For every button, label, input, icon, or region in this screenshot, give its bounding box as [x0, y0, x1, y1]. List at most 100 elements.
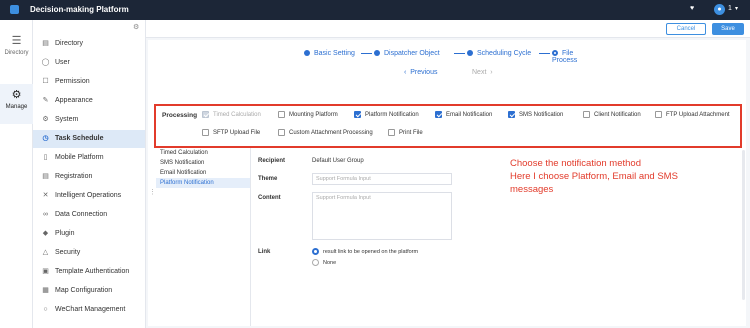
- checkbox[interactable]: [655, 111, 662, 118]
- scrollbar[interactable]: [742, 150, 745, 300]
- step-dot: [467, 50, 473, 57]
- list-item[interactable]: Timed Calculation: [156, 148, 251, 158]
- list-icon: ☰: [11, 35, 22, 47]
- sidebar-item-label: Directory: [55, 40, 84, 47]
- sidebar-item-user[interactable]: ◯ User: [33, 54, 145, 72]
- content-input[interactable]: Support Formula Input: [312, 192, 452, 240]
- checkbox[interactable]: [278, 129, 285, 136]
- link-option-none[interactable]: None: [312, 259, 336, 266]
- sidebar-item-map-configuration[interactable]: ▦ Map Configuration: [33, 282, 145, 300]
- sidebar-item-wechart-management[interactable]: ○ WeChart Management: [33, 301, 145, 319]
- next-button[interactable]: Next ›: [472, 69, 493, 76]
- step-label: Scheduling Cycle: [477, 50, 532, 57]
- content-panel: Basic Setting Dispatcher Object Scheduli…: [148, 40, 746, 326]
- sidebar-item-system[interactable]: ⚙ System: [33, 111, 145, 129]
- list-item[interactable]: Platform Notification: [156, 178, 251, 188]
- annotation-line: Here I choose Platform, Email and SMS: [510, 171, 678, 182]
- rail-label: Directory: [4, 50, 29, 56]
- sidebar-item-label: Permission: [55, 78, 90, 85]
- option-sftp-upload-file[interactable]: SFTP Upload File: [202, 129, 260, 136]
- sidebar-item-label: Data Connection: [55, 211, 108, 218]
- option-print-file[interactable]: Print File: [388, 129, 423, 136]
- cancel-button[interactable]: Cancel: [666, 23, 706, 35]
- option-timed-calculation: Timed Calculation: [202, 111, 261, 118]
- sidebar-item-label: Security: [55, 249, 81, 256]
- checkbox[interactable]: [435, 111, 442, 118]
- list-item[interactable]: SMS Notification: [156, 158, 251, 168]
- next-label: Next: [472, 69, 487, 76]
- sidebar-item-mobile-platform[interactable]: ▯ Mobile Platform: [33, 149, 145, 167]
- user-label[interactable]: 1: [728, 5, 732, 12]
- option-label: SMS Notification: [519, 112, 564, 119]
- chevron-down-icon[interactable]: ▾: [735, 5, 738, 12]
- link-label: Link: [258, 249, 271, 255]
- step-label: Basic Setting: [314, 50, 355, 57]
- rail-label: Manage: [5, 104, 28, 110]
- sidebar-item-security[interactable]: △ Security: [33, 244, 145, 262]
- checkbox[interactable]: [388, 129, 395, 136]
- checkbox[interactable]: [508, 111, 515, 118]
- sidebar-item-task-schedule[interactable]: ◷ Task Schedule: [33, 130, 145, 148]
- settings-icon[interactable]: ⚙: [133, 23, 139, 31]
- sidebar-item-label: Appearance: [55, 97, 93, 104]
- sidebar-item-appearance[interactable]: ✎ Appearance: [33, 92, 145, 110]
- option-ftp-upload-attachment[interactable]: FTP Upload Attachment: [655, 111, 730, 118]
- option-custom-attachment-processing[interactable]: Custom Attachment Processing: [278, 129, 373, 136]
- sidebar-item-data-connection[interactable]: ∞ Data Connection: [33, 206, 145, 224]
- rail-item-manage[interactable]: ⚙ Manage: [0, 84, 33, 124]
- settings-icon: ⚙: [42, 116, 49, 123]
- map-icon: ▦: [42, 287, 49, 294]
- checkbox[interactable]: [278, 111, 285, 118]
- step-connector: [454, 53, 465, 54]
- link-icon: ∞: [43, 211, 48, 218]
- operations-icon: ✕: [42, 192, 49, 199]
- radio[interactable]: [312, 259, 319, 266]
- step-label: Dispatcher Object: [384, 50, 440, 57]
- sidebar-item-permission[interactable]: ☐ Permission: [33, 73, 145, 91]
- checkbox[interactable]: [354, 111, 361, 118]
- step-progress: Basic Setting Dispatcher Object Scheduli…: [304, 48, 594, 64]
- app-logo-icon: [10, 5, 19, 14]
- sidebar-item-template-authentication[interactable]: ▣ Template Authentication: [33, 263, 145, 281]
- checkbox[interactable]: [583, 111, 590, 118]
- sidebar-item-label: Plugin: [55, 230, 75, 237]
- save-button[interactable]: Save: [712, 23, 744, 35]
- sidebar-item-directory[interactable]: ▤ Directory: [33, 35, 145, 53]
- option-label: Email Notification: [446, 112, 493, 119]
- step-connector: [539, 53, 550, 54]
- sidebar-item-intelligent-operations[interactable]: ✕ Intelligent Operations: [33, 187, 145, 205]
- option-mounting-platform[interactable]: Mounting Platform: [278, 111, 338, 118]
- mobile-icon: ▯: [43, 154, 48, 161]
- brush-icon: ✎: [42, 97, 49, 104]
- divider: [250, 148, 251, 326]
- theme-label: Theme: [258, 176, 278, 182]
- avatar[interactable]: ●: [714, 4, 725, 15]
- sidebar-item-label: User: [55, 59, 70, 66]
- sidebar-item-plugin[interactable]: ◆ Plugin: [33, 225, 145, 243]
- link-option-result[interactable]: result link to be opened on the platform: [312, 248, 418, 255]
- user-icon: ◯: [41, 59, 50, 66]
- radio[interactable]: [312, 248, 319, 255]
- drag-handle[interactable]: ⋮: [149, 188, 156, 196]
- previous-button[interactable]: ‹ Previous: [404, 69, 437, 76]
- step-scheduling-cycle[interactable]: Scheduling Cycle: [467, 50, 531, 57]
- step-basic-setting[interactable]: Basic Setting: [304, 50, 355, 57]
- option-email-notification[interactable]: Email Notification: [435, 111, 492, 118]
- previous-label: Previous: [410, 69, 438, 76]
- list-item[interactable]: Email Notification: [156, 168, 251, 178]
- checkbox[interactable]: [202, 129, 209, 136]
- radio-label: None: [323, 259, 337, 266]
- step-file-process[interactable]: File Process: [552, 50, 594, 64]
- sidebar-item-label: Task Schedule: [55, 135, 104, 142]
- option-label: FTP Upload Attachment: [666, 112, 730, 119]
- theme-input[interactable]: Support Formula Input: [312, 173, 452, 185]
- option-label: SFTP Upload File: [213, 130, 261, 137]
- bell-icon[interactable]: ♥: [690, 5, 694, 12]
- step-dispatcher-object[interactable]: Dispatcher Object: [374, 50, 440, 57]
- sidebar-item-registration[interactable]: ▤ Registration: [33, 168, 145, 186]
- option-platform-notification[interactable]: Platform Notification: [354, 111, 419, 118]
- option-client-notification[interactable]: Client Notification: [583, 111, 641, 118]
- option-sms-notification[interactable]: SMS Notification: [508, 111, 563, 118]
- rail-item-directory[interactable]: ☰ Directory: [0, 34, 33, 66]
- checkbox: [202, 111, 209, 118]
